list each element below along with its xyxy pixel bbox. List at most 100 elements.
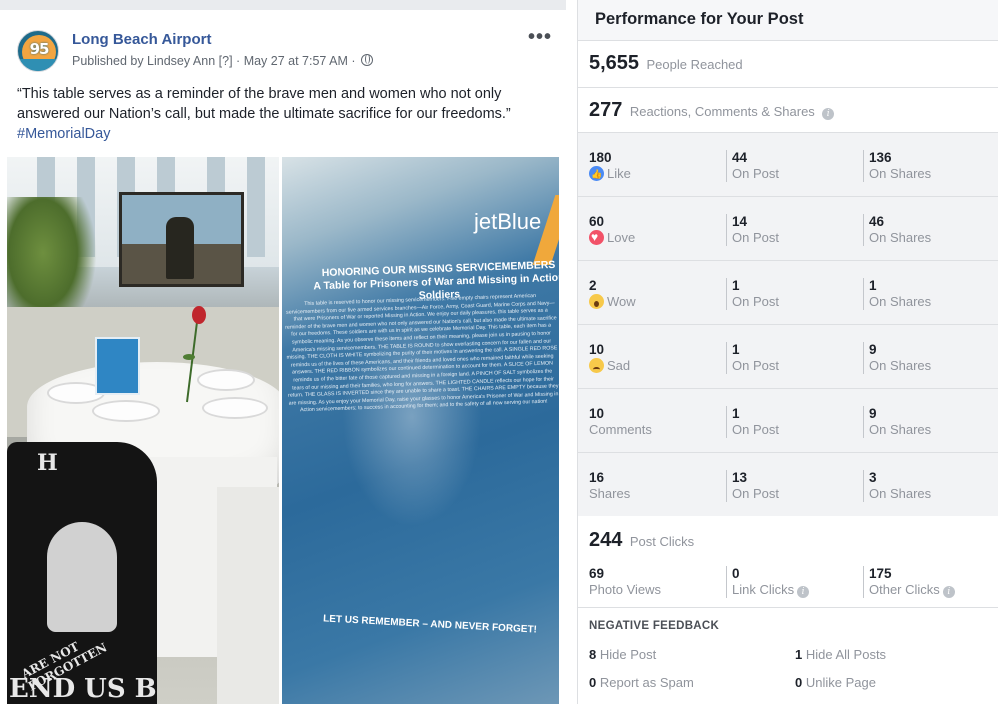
engagement-label: Reactions, Comments & Shares xyxy=(629,104,815,119)
on-post-label: On Post xyxy=(732,230,779,245)
hide-post-label: Hide Post xyxy=(599,647,657,662)
report-spam-label: Report as Spam xyxy=(599,675,694,690)
report-spam-count: 0 xyxy=(589,675,597,690)
reaction-count: 60 xyxy=(589,214,605,229)
sign-footer: LET US REMEMBER – AND NEVER FORGET! xyxy=(322,613,538,636)
on-shares-cell: 46 On Shares xyxy=(863,214,931,246)
reaction-count: 180 xyxy=(589,150,612,165)
on-shares-cell: 3 On Shares xyxy=(863,470,931,502)
reaction-name: Love xyxy=(589,229,636,246)
reaction-total: 16 Shares xyxy=(589,470,630,502)
reaction-label: Love xyxy=(607,230,636,245)
post-photo-table[interactable]: H ARE NOT FORGOTTEN END US B xyxy=(7,157,279,704)
flag-letter: H xyxy=(37,450,58,476)
on-shares-cell: 136 On Shares xyxy=(863,150,931,182)
on-post-label: On Post xyxy=(732,486,779,501)
page-avatar[interactable]: 95 xyxy=(17,30,59,72)
unlike-page-stat: 0 Unlike Page xyxy=(795,675,876,690)
reaction-row-wow: 2 Wow 1 On Post 1 On Shares xyxy=(578,261,998,325)
page-name-link[interactable]: Long Beach Airport xyxy=(72,31,211,48)
on-post-label: On Post xyxy=(732,422,779,437)
unlike-page-count: 0 xyxy=(795,675,803,690)
post-clicks-stat: 244 Post Clicks xyxy=(589,529,694,552)
post-text: “This table serves as a reminder of the … xyxy=(17,84,552,144)
reaction-count: 10 xyxy=(589,406,605,421)
on-shares-label: On Shares xyxy=(869,358,932,373)
report-spam-stat: 0 Report as Spam xyxy=(589,675,694,690)
info-icon[interactable]: i xyxy=(797,586,810,598)
on-shares-count: 9 xyxy=(869,406,877,421)
more-options-icon[interactable]: ••• xyxy=(528,26,552,49)
on-shares-count: 3 xyxy=(869,470,877,485)
post-date-link[interactable]: May 27 at 7:57 AM xyxy=(244,54,348,68)
link-clicks-cell: 0 Link Clicks i xyxy=(726,566,810,598)
reaction-total: 60 Love xyxy=(589,214,635,246)
photo-views-cell: 69 Photo Views xyxy=(589,566,661,598)
on-post-count: 1 xyxy=(732,406,740,421)
reaction-total: 2 Wow xyxy=(589,278,636,310)
negative-feedback-block: NEGATIVE FEEDBACK 8 Hide Post 1 Hide All… xyxy=(578,608,998,704)
on-shares-cell: 9 On Shares xyxy=(863,342,931,374)
reaction-total: 180 Like xyxy=(589,150,631,182)
publish-info: Published by Lindsey Ann [?] · May 27 at… xyxy=(72,54,374,68)
link-clicks-label-wrap: Link Clicks i xyxy=(732,582,810,598)
hide-post-stat: 8 Hide Post xyxy=(589,647,656,662)
hashtag-link[interactable]: #MemorialDay xyxy=(17,126,110,142)
reaction-name: Like xyxy=(589,166,631,182)
on-shares-label: On Shares xyxy=(869,486,932,501)
info-icon[interactable]: i xyxy=(822,108,835,120)
hide-all-posts-count: 1 xyxy=(795,647,803,662)
post-photo-sign[interactable]: jetBlue HONORING OUR MISSING SERVICEMEMB… xyxy=(282,157,559,704)
post-clicks-label: Post Clicks xyxy=(629,534,695,549)
reach-block: 5,655 People Reached xyxy=(578,41,998,88)
reach-value: 5,655 xyxy=(589,52,640,74)
rose-icon xyxy=(183,306,206,403)
globe-icon[interactable] xyxy=(361,54,374,66)
on-post-count: 1 xyxy=(732,278,740,293)
info-icon[interactable]: i xyxy=(942,586,955,598)
reaction-total: 10 Sad xyxy=(589,342,630,374)
other-clicks-label: Other Clicks xyxy=(869,582,940,597)
on-post-label: On Post xyxy=(732,294,779,309)
engagement-stat: 277 Reactions, Comments & Shares i xyxy=(589,99,835,122)
hide-post-count: 8 xyxy=(589,647,597,662)
post-card: 95 Long Beach Airport Published by Linds… xyxy=(0,0,566,704)
published-by-marker[interactable]: [?] xyxy=(219,54,233,68)
empty-chair xyxy=(217,487,279,704)
jetblue-logo: jetBlue xyxy=(474,209,542,234)
reaction-count: 16 xyxy=(589,470,605,485)
top-divider xyxy=(0,0,566,10)
post-body: “This table serves as a reminder of the … xyxy=(17,86,511,122)
on-shares-count: 136 xyxy=(869,150,892,165)
photo-views-label: Photo Views xyxy=(589,582,662,597)
on-post-cell: 1 On Post xyxy=(726,406,779,438)
on-shares-count: 1 xyxy=(869,278,877,293)
other-clicks-cell: 175 Other Clicks i xyxy=(863,566,955,598)
on-shares-label: On Shares xyxy=(869,230,932,245)
other-clicks-count: 175 xyxy=(869,566,892,581)
hide-all-posts-label: Hide All Posts xyxy=(805,647,887,662)
separator: · xyxy=(351,54,360,68)
photo-views-count: 69 xyxy=(589,566,605,581)
flag-bottom-text: END US B xyxy=(9,674,157,704)
reaction-count: 2 xyxy=(589,278,597,293)
reach-stat: 5,655 People Reached xyxy=(589,52,743,75)
reaction-label: Wow xyxy=(607,294,636,309)
negative-feedback-title: NEGATIVE FEEDBACK xyxy=(589,620,720,632)
on-shares-count: 46 xyxy=(869,214,885,229)
published-by: Published by Lindsey Ann xyxy=(72,54,216,68)
on-shares-label: On Shares xyxy=(869,166,932,181)
reach-label: People Reached xyxy=(646,57,743,72)
on-post-count: 1 xyxy=(732,342,740,357)
link-clicks-count: 0 xyxy=(732,566,740,581)
on-post-count: 44 xyxy=(732,150,748,165)
reaction-row-love: 60 Love 14 On Post 46 On Shares xyxy=(578,197,998,261)
post-clicks-block: 244 Post Clicks 69 Photo Views 0 Link Cl… xyxy=(578,516,998,608)
on-shares-cell: 9 On Shares xyxy=(863,406,931,438)
other-clicks-label-wrap: Other Clicks i xyxy=(869,582,955,598)
reaction-label: Like xyxy=(607,166,631,181)
reaction-label: Sad xyxy=(607,358,631,373)
sign-body: This table is reserved to honor our miss… xyxy=(285,292,559,414)
plate xyxy=(92,400,160,422)
pow-mia-flag: H ARE NOT FORGOTTEN END US B xyxy=(7,442,157,704)
